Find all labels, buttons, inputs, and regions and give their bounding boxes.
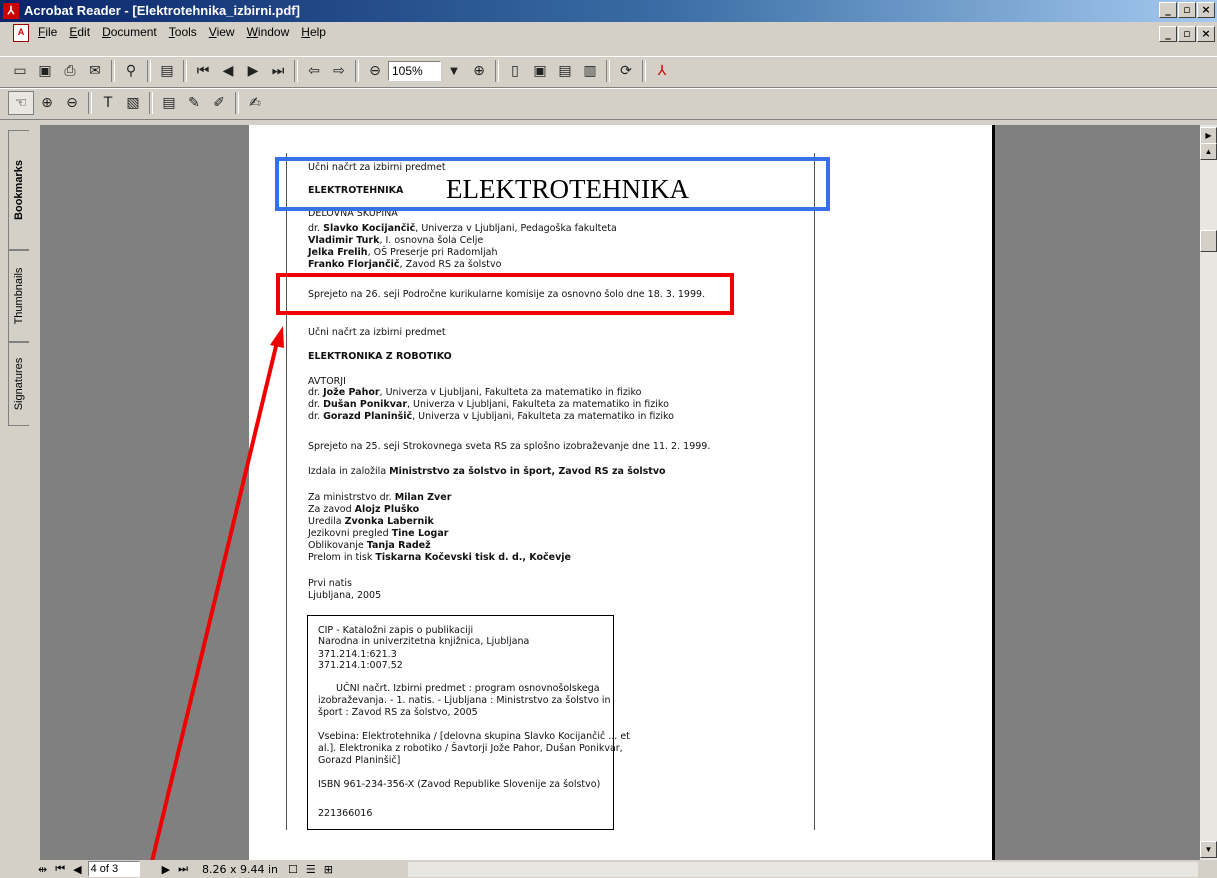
first-page-status-icon[interactable]: ⏮: [55, 862, 65, 876]
page-size-label: 8.26 x 9.44 in: [201, 862, 278, 876]
scroll-up-icon[interactable]: ▲: [1200, 143, 1217, 160]
previous-page-status-icon[interactable]: ◀: [73, 863, 81, 876]
last-page-status-icon[interactable]: ⏭: [178, 862, 188, 876]
resize-split-icon[interactable]: ⇹: [38, 863, 47, 876]
annotation-arrow: [146, 326, 284, 878]
vertical-scrollbar[interactable]: ▶ ▲ ▼: [1200, 125, 1217, 860]
scroll-thumb[interactable]: [1200, 230, 1217, 252]
next-page-status-icon[interactable]: ▶: [162, 863, 170, 876]
single-page-icon[interactable]: ☐: [288, 863, 298, 876]
continuous-facing-icon[interactable]: ⊞: [324, 863, 333, 876]
scroll-down-icon[interactable]: ▼: [1200, 841, 1217, 858]
continuous-icon[interactable]: ☰: [306, 863, 316, 876]
horizontal-scrollbar[interactable]: [408, 862, 1198, 877]
next-page-arrow-icon[interactable]: ▶: [1200, 127, 1217, 144]
page-number-field[interactable]: 4 of 3: [87, 861, 140, 877]
